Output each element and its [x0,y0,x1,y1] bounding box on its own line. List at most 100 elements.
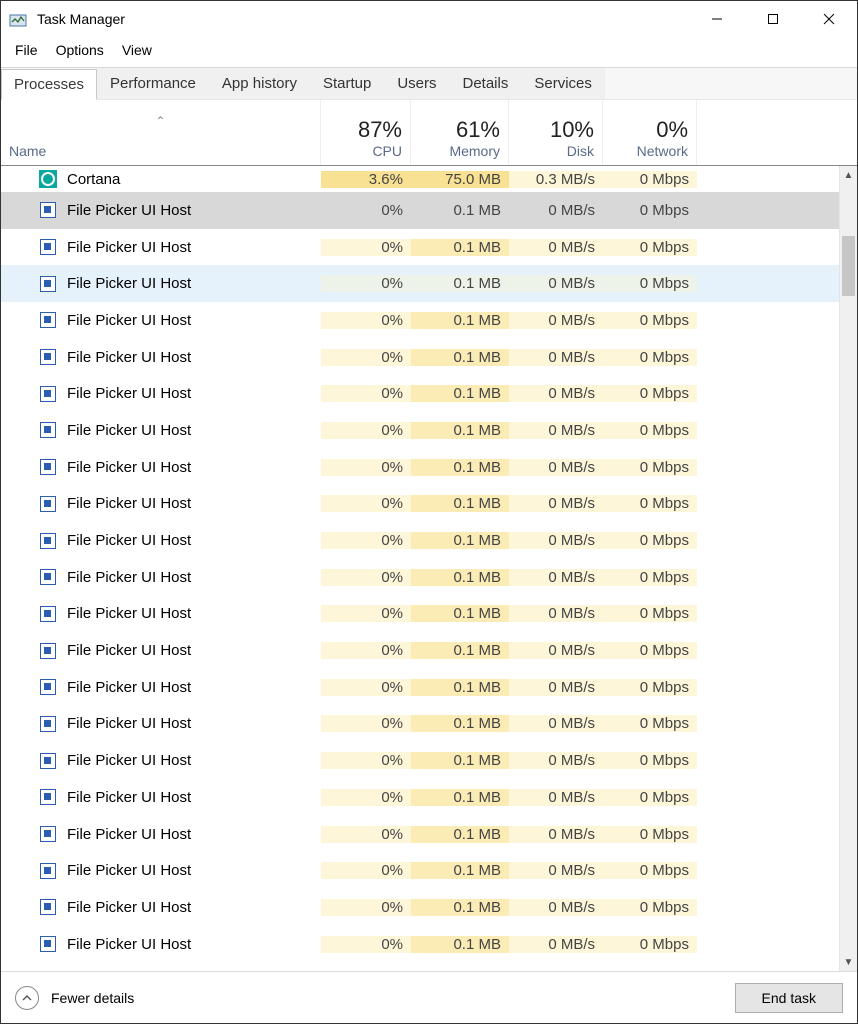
process-name: File Picker UI Host [67,459,191,476]
process-name: File Picker UI Host [67,679,191,696]
process-name-cell: File Picker UI Host [1,275,321,293]
table-row[interactable]: File Picker UI Host0%0.1 MB0 MB/s0 Mbps [1,852,839,889]
table-row[interactable]: File Picker UI Host0%0.1 MB0 MB/s0 Mbps [1,449,839,486]
disk-cell: 0 MB/s [509,569,603,586]
process-name: File Picker UI Host [67,495,191,512]
process-name-cell: File Picker UI Host [1,568,321,586]
header-network[interactable]: 0% Network [603,100,697,165]
menu-file[interactable]: File [7,39,46,61]
generic-app-icon [39,678,57,696]
network-cell: 0 Mbps [603,862,697,879]
table-row[interactable]: File Picker UI Host0%0.1 MB0 MB/s0 Mbps [1,779,839,816]
table-row[interactable]: File Picker UI Host0%0.1 MB0 MB/s0 Mbps [1,375,839,412]
table-row[interactable]: File Picker UI Host0%0.1 MB0 MB/s0 Mbps [1,192,839,229]
tab-performance[interactable]: Performance [97,68,209,99]
cpu-cell: 0% [321,532,411,549]
minimize-button[interactable] [689,1,745,37]
table-row[interactable]: File Picker UI Host0%0.1 MB0 MB/s0 Mbps [1,706,839,743]
tab-users[interactable]: Users [384,68,449,99]
sort-ascending-icon: ⌃ [155,114,165,128]
fewer-details-label: Fewer details [51,990,134,1006]
disk-cell: 0 MB/s [509,715,603,732]
menu-options[interactable]: Options [48,39,112,61]
scroll-down-button[interactable]: ▼ [840,953,857,971]
memory-cell: 0.1 MB [411,569,509,586]
table-row[interactable]: File Picker UI Host0%0.1 MB0 MB/s0 Mbps [1,816,839,853]
table-row[interactable]: File Picker UI Host0%0.1 MB0 MB/s0 Mbps [1,229,839,266]
network-cell: 0 Mbps [603,532,697,549]
scroll-thumb[interactable] [842,236,855,296]
tab-details[interactable]: Details [450,68,522,99]
tab-processes[interactable]: Processes [1,69,97,100]
fewer-details-toggle[interactable]: Fewer details [15,986,134,1010]
table-row[interactable]: File Picker UI Host0%0.1 MB0 MB/s0 Mbps [1,742,839,779]
table-row[interactable]: File Picker UI Host0%0.1 MB0 MB/s0 Mbps [1,889,839,926]
table-row[interactable]: Cortana3.6%75.0 MB0.3 MB/s0 Mbps [1,166,839,192]
header-disk[interactable]: 10% Disk [509,100,603,165]
table-row[interactable]: File Picker UI Host0%0.1 MB0 MB/s0 Mbps [1,412,839,449]
process-name-cell: File Picker UI Host [1,605,321,623]
generic-app-icon [39,385,57,403]
network-cell: 0 Mbps [603,752,697,769]
network-usage-pct: 0% [611,117,688,143]
process-name-cell: File Picker UI Host [1,935,321,953]
table-row[interactable]: File Picker UI Host0%0.1 MB0 MB/s0 Mbps [1,486,839,523]
tab-apphistory[interactable]: App history [209,68,310,99]
network-cell: 0 Mbps [603,495,697,512]
header-cpu[interactable]: 87% CPU [321,100,411,165]
process-name-cell: File Picker UI Host [1,348,321,366]
header-memory[interactable]: 61% Memory [411,100,509,165]
vertical-scrollbar[interactable]: ▲ ▼ [839,166,857,971]
process-name-cell: Cortana [1,170,321,188]
process-name-cell: File Picker UI Host [1,201,321,219]
table-row[interactable]: File Picker UI Host0%0.1 MB0 MB/s0 Mbps [1,559,839,596]
table-row[interactable]: File Picker UI Host0%0.1 MB0 MB/s0 Mbps [1,596,839,633]
memory-cell: 0.1 MB [411,642,509,659]
generic-app-icon [39,421,57,439]
memory-cell: 0.1 MB [411,899,509,916]
window-title: Task Manager [37,11,125,27]
process-name-cell: File Picker UI Host [1,715,321,733]
generic-app-icon [39,642,57,660]
table-row[interactable]: File Picker UI Host0%0.1 MB0 MB/s0 Mbps [1,522,839,559]
process-name: File Picker UI Host [67,239,191,256]
process-name-cell: File Picker UI Host [1,238,321,256]
process-name-cell: File Picker UI Host [1,825,321,843]
disk-cell: 0 MB/s [509,936,603,953]
memory-cell: 0.1 MB [411,312,509,329]
cpu-cell: 3.6% [321,171,411,188]
tab-startup[interactable]: Startup [310,68,384,99]
cpu-cell: 0% [321,862,411,879]
cpu-cell: 0% [321,605,411,622]
disk-cell: 0 MB/s [509,422,603,439]
table-row[interactable]: File Picker UI Host0%0.1 MB0 MB/s0 Mbps [1,669,839,706]
table-row[interactable]: File Picker UI Host0%0.1 MB0 MB/s0 Mbps [1,339,839,376]
table-row[interactable]: File Picker UI Host0%0.1 MB0 MB/s0 Mbps [1,302,839,339]
maximize-button[interactable] [745,1,801,37]
column-headers: ⌃ Name 87% CPU 61% Memory 10% Disk 0% Ne… [1,100,857,166]
process-name: File Picker UI Host [67,312,191,329]
table-row[interactable]: File Picker UI Host0%0.1 MB0 MB/s0 Mbps [1,265,839,302]
header-cpu-label: CPU [329,143,402,159]
disk-cell: 0 MB/s [509,789,603,806]
generic-app-icon [39,825,57,843]
generic-app-icon [39,568,57,586]
memory-cell: 0.1 MB [411,679,509,696]
disk-cell: 0 MB/s [509,495,603,512]
generic-app-icon [39,898,57,916]
process-name: File Picker UI Host [67,899,191,916]
memory-usage-pct: 61% [419,117,500,143]
scroll-up-button[interactable]: ▲ [840,166,857,184]
header-name[interactable]: ⌃ Name [1,100,321,165]
table-row[interactable]: File Picker UI Host0%0.1 MB0 MB/s0 Mbps [1,632,839,669]
table-row[interactable]: File Picker UI Host0%0.1 MB0 MB/s0 Mbps [1,926,839,963]
end-task-button[interactable]: End task [735,983,843,1013]
menu-view[interactable]: View [114,39,160,61]
process-name-cell: File Picker UI Host [1,788,321,806]
process-list[interactable]: Cortana3.6%75.0 MB0.3 MB/s0 MbpsFile Pic… [1,166,839,971]
process-name-cell: File Picker UI Host [1,495,321,513]
cpu-cell: 0% [321,422,411,439]
close-button[interactable] [801,1,857,37]
tab-services[interactable]: Services [521,68,605,99]
memory-cell: 0.1 MB [411,605,509,622]
